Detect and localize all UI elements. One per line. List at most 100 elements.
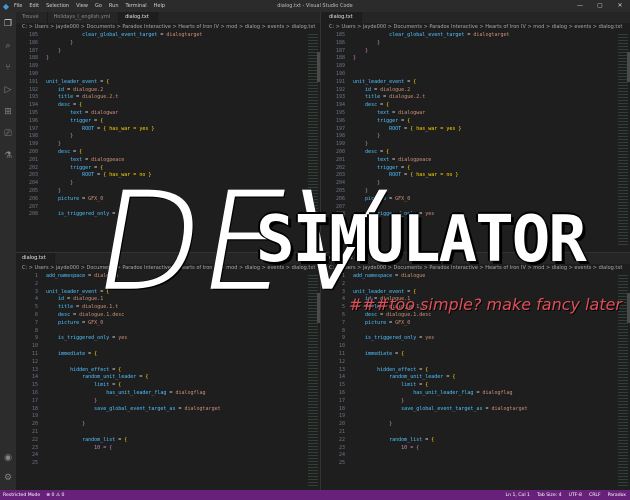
code-line[interactable]: 206 picture = GFX_0 (16, 196, 306, 204)
code-line[interactable]: 18 save_global_event_target_as = dialogt… (16, 406, 306, 414)
tab-dialog-txt[interactable]: dialog.txt (323, 12, 362, 23)
menu-file[interactable]: File (14, 0, 22, 12)
run-debug-icon[interactable]: ▷ (2, 84, 14, 96)
code-line[interactable]: 16 has_unit_leader_flag = dialogflag (16, 390, 306, 398)
code-line[interactable]: 207 (323, 204, 616, 212)
code-line[interactable]: 2 (323, 281, 616, 289)
code-line[interactable]: 6 desc = dialogue.1.desc (323, 312, 616, 320)
code-line[interactable]: 191 unit_leader_event = { (16, 79, 306, 87)
code-editor[interactable]: 1 add_namespace = dialogue 2 3 unit_leader_e… (323, 273, 616, 490)
code-line[interactable]: 187 } (323, 48, 616, 56)
code-line[interactable]: 13 hidden_effect = { (323, 367, 616, 375)
scrollbar[interactable] (317, 293, 320, 323)
code-line[interactable]: 185 clear_global_event_target = dialogta… (16, 32, 306, 40)
code-line[interactable]: 4 id = dialogue.1 (16, 296, 306, 304)
code-line[interactable]: 20 } (16, 421, 306, 429)
code-line[interactable]: 11 immediate = { (323, 351, 616, 359)
code-line[interactable]: 6 desc = dialogue.1.desc (16, 312, 306, 320)
code-line[interactable]: 13 hidden_effect = { (16, 367, 306, 375)
code-line[interactable]: 15 limit = { (16, 382, 306, 390)
code-line[interactable]: 192 id = dialogue.2 (16, 87, 306, 95)
restricted-mode-indicator[interactable]: Restricted Mode (3, 493, 40, 498)
code-line[interactable]: 14 random_unit_leader = { (16, 374, 306, 382)
code-line[interactable]: 189 (16, 63, 306, 71)
breadcrumb[interactable]: C: > Users > jayde000 > Documents > Para… (16, 264, 320, 273)
minimize-button[interactable]: — (570, 0, 590, 12)
remote-icon[interactable]: ⎚ (2, 128, 14, 140)
code-line[interactable]: 194 desc = { (323, 102, 616, 110)
code-line[interactable]: 203 ROOT = { has_war = no } (323, 172, 616, 180)
code-line[interactable]: 18 save_global_event_target_as = dialogt… (323, 406, 616, 414)
menu-run[interactable]: Run (109, 0, 119, 12)
code-line[interactable]: 202 trigger = { (323, 165, 616, 173)
code-line[interactable]: 191 unit_leader_event = { (323, 79, 616, 87)
testing-icon[interactable]: ⚗ (2, 150, 14, 162)
code-line[interactable]: 189 (323, 63, 616, 71)
tab-dialog-txt[interactable]: dialog.txt (119, 12, 158, 23)
code-line[interactable]: 198 } (323, 133, 616, 141)
code-line[interactable]: 21 (16, 429, 306, 437)
code-line[interactable]: 19 (323, 413, 616, 421)
code-line[interactable]: 188} (323, 55, 616, 63)
code-line[interactable]: 201 text = dialogpeace (323, 157, 616, 165)
code-line[interactable]: 5 title = dialogue.1.t (323, 304, 616, 312)
code-line[interactable]: 186 } (16, 40, 306, 48)
extensions-icon[interactable]: ⊞ (2, 106, 14, 118)
code-line[interactable]: 9 is_triggered_only = yes (323, 335, 616, 343)
code-line[interactable]: 7 picture = GFX_0 (323, 320, 616, 328)
code-line[interactable]: 25 (323, 460, 616, 468)
code-line[interactable]: 187 } (16, 48, 306, 56)
code-line[interactable]: 196 trigger = { (323, 118, 616, 126)
search-icon[interactable]: ⌕ (2, 40, 14, 52)
breadcrumb[interactable]: C: > Users > jayde000 > Documents > Para… (16, 23, 320, 32)
code-line[interactable]: 23 10 = { (323, 445, 616, 453)
code-line[interactable]: 201 text = dialogpeace (16, 157, 306, 165)
code-line[interactable]: 25 (16, 460, 306, 468)
code-line[interactable]: 21 (323, 429, 616, 437)
code-line[interactable]: 24 (323, 452, 616, 460)
code-line[interactable]: 3 unit_leader_event = { (16, 289, 306, 297)
maximize-button[interactable]: ▢ (590, 0, 610, 12)
source-control-icon[interactable]: ⑂ (2, 62, 14, 74)
menu-terminal[interactable]: Terminal (126, 0, 147, 12)
code-line[interactable]: 8 (323, 328, 616, 336)
code-line[interactable]: 190 (16, 71, 306, 79)
code-line[interactable]: 19 (16, 413, 306, 421)
breadcrumb[interactable]: C: > Users > jayde000 > Documents > Para… (323, 23, 630, 32)
code-line[interactable]: 208 is_triggered_only = yes (16, 211, 306, 219)
code-line[interactable]: 5 title = dialogue.1.t (16, 304, 306, 312)
code-line[interactable]: 204 } (323, 180, 616, 188)
code-line[interactable]: 199 } (323, 141, 616, 149)
tab-trouve[interactable]: Trouvé (16, 12, 48, 23)
code-line[interactable]: 1 add_namespace = dialogue (16, 273, 306, 281)
code-line[interactable]: 14 random_unit_leader = { (323, 374, 616, 382)
code-line[interactable]: 204 } (16, 180, 306, 188)
code-line[interactable]: 17 } (16, 398, 306, 406)
tab-dialog-txt[interactable]: dialog.txt (323, 253, 362, 264)
code-line[interactable]: 200 desc = { (323, 149, 616, 157)
breadcrumb[interactable]: C: > Users > jayde000 > Documents > Para… (323, 264, 630, 273)
code-line[interactable]: 197 ROOT = { has_war = yes } (323, 126, 616, 134)
code-line[interactable]: 2 (16, 281, 306, 289)
code-line[interactable]: 194 desc = { (16, 102, 306, 110)
code-line[interactable]: 1 add_namespace = dialogue (323, 273, 616, 281)
code-line[interactable]: 186 } (323, 40, 616, 48)
code-line[interactable]: 10 (16, 343, 306, 351)
code-line[interactable]: 20 } (323, 421, 616, 429)
code-line[interactable]: 195 text = dialogwar (323, 110, 616, 118)
code-line[interactable]: 205 } (323, 188, 616, 196)
code-line[interactable]: 22 random_list = { (323, 437, 616, 445)
code-line[interactable]: 190 (323, 71, 616, 79)
code-line[interactable]: 205 } (16, 188, 306, 196)
menu-selection[interactable]: Selection (46, 0, 69, 12)
menu-edit[interactable]: Edit (29, 0, 39, 12)
code-line[interactable]: 10 (323, 343, 616, 351)
cursor-position[interactable]: Ln 1, Col 1 (506, 493, 530, 498)
tab-size[interactable]: Tab Size: 4 (537, 493, 562, 498)
close-button[interactable]: ✕ (610, 0, 630, 12)
code-line[interactable]: 15 limit = { (323, 382, 616, 390)
files-icon[interactable]: ❐ (2, 18, 14, 30)
code-editor[interactable]: 185 clear_global_event_target = dialogta… (16, 32, 306, 250)
code-line[interactable]: 3 unit_leader_event = { (323, 289, 616, 297)
account-icon[interactable]: ◉ (2, 452, 14, 464)
